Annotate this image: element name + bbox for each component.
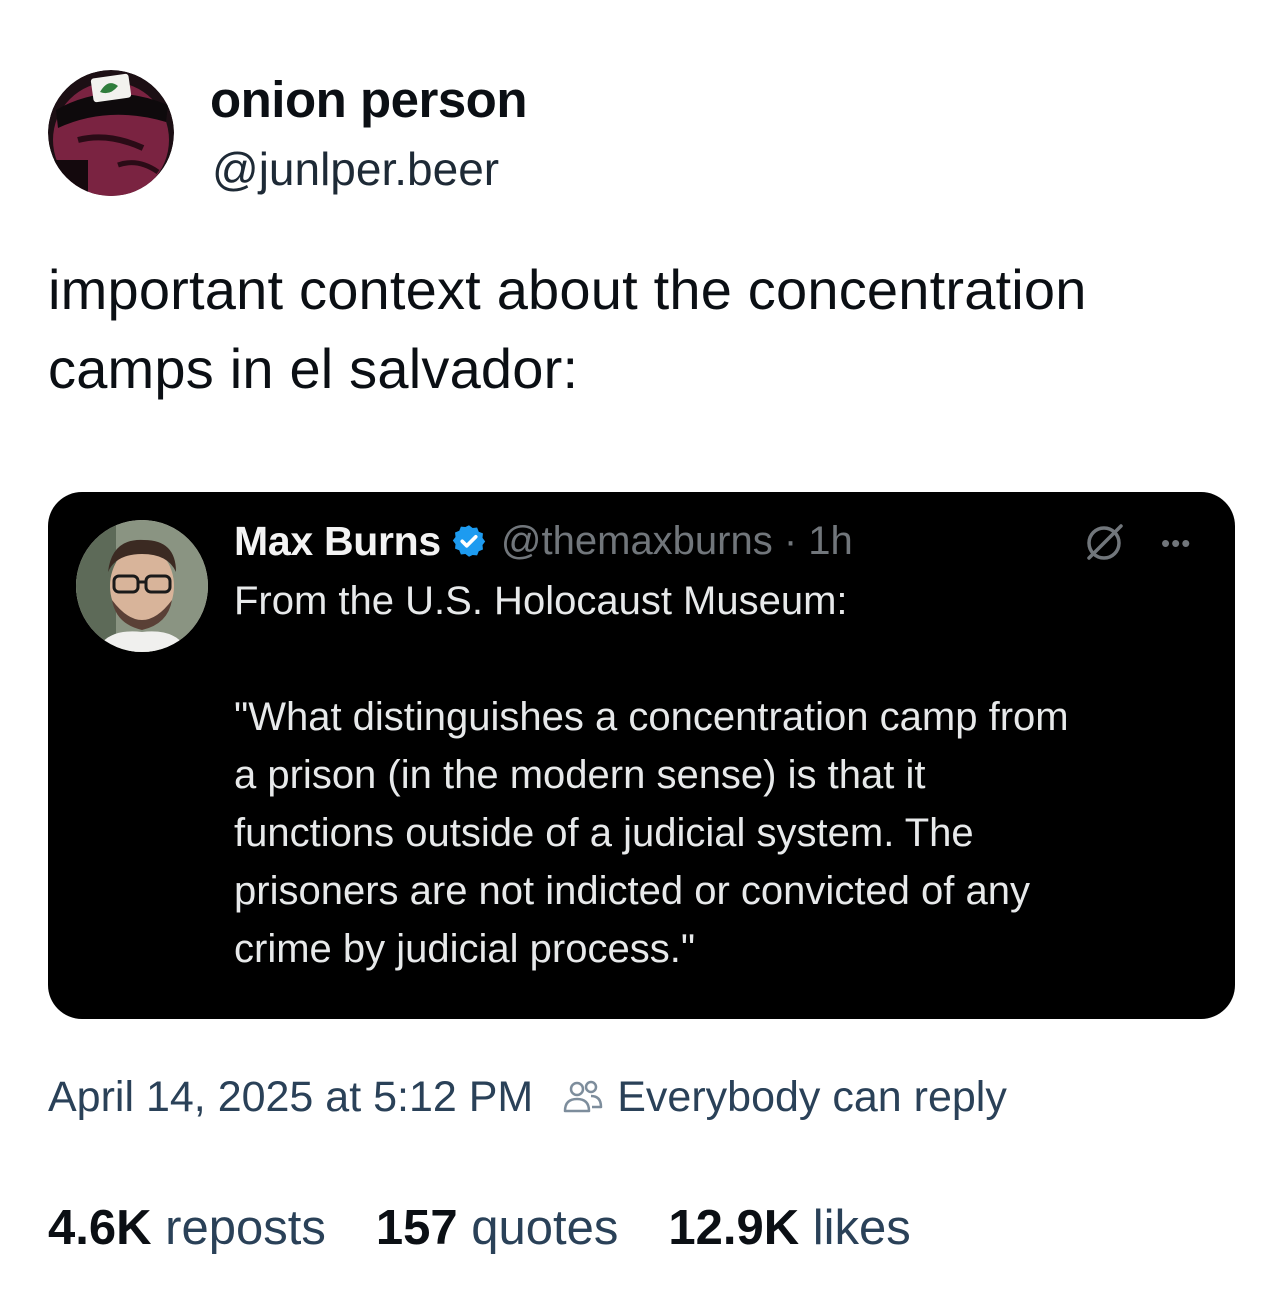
- embedded-post-text: From the U.S. Holocaust Museum: "What di…: [234, 572, 1214, 978]
- embedded-text-line: crime by judicial process.": [234, 927, 696, 971]
- embedded-author-avatar[interactable]: [76, 520, 208, 652]
- embedded-text-line: From the U.S. Holocaust Museum:: [234, 579, 848, 623]
- author-avatar[interactable]: [48, 70, 174, 196]
- reply-setting[interactable]: Everybody can reply: [617, 1073, 1007, 1122]
- people-icon: [564, 1080, 603, 1113]
- reposts-count: 4.6K: [48, 1201, 152, 1255]
- quotes-label: quotes: [471, 1201, 619, 1255]
- embedded-text-line: [234, 630, 1214, 688]
- embedded-post-header: Max Burns @themaxburns · 1h: [234, 516, 853, 566]
- embedded-text-line: a prison (in the modern sense) is that i…: [234, 753, 926, 797]
- post-text: important context about the concentratio…: [48, 258, 1087, 400]
- profile-photo-icon: [76, 520, 208, 652]
- reposts-label: reposts: [165, 1201, 326, 1255]
- likes-label: likes: [812, 1201, 911, 1255]
- grok-icon[interactable]: [1083, 522, 1125, 564]
- author-handle[interactable]: @junlper.beer: [212, 142, 499, 196]
- quotes-stat[interactable]: 157 quotes: [376, 1200, 619, 1256]
- post-meta: April 14, 2025 at 5:12 PM Everybody can …: [48, 1070, 1007, 1124]
- embedded-post-card[interactable]: Max Burns @themaxburns · 1h ••• From the…: [48, 492, 1235, 1019]
- likes-stat[interactable]: 12.9K likes: [668, 1200, 910, 1256]
- embedded-author-name[interactable]: Max Burns: [234, 518, 441, 565]
- embedded-text-line: prisoners are not indicted or convicted …: [234, 869, 1030, 913]
- post-timestamp[interactable]: April 14, 2025 at 5:12 PM: [48, 1073, 533, 1122]
- embedded-text-line: "What distinguishes a concentration camp…: [234, 695, 1069, 739]
- more-icon[interactable]: •••: [1161, 528, 1191, 558]
- likes-count: 12.9K: [668, 1201, 800, 1255]
- verified-badge-icon: [452, 525, 486, 557]
- embedded-author-handle-time[interactable]: @themaxburns · 1h: [501, 519, 853, 564]
- quotes-count: 157: [375, 1201, 458, 1255]
- onion-avatar-icon: [48, 70, 174, 196]
- embedded-text-line: functions outside of a judicial system. …: [234, 811, 974, 855]
- post-stats: 4.6K reposts 157 quotes 12.9K likes: [48, 1200, 961, 1256]
- author-display-name[interactable]: onion person: [210, 70, 527, 129]
- reposts-stat[interactable]: 4.6K reposts: [48, 1200, 326, 1256]
